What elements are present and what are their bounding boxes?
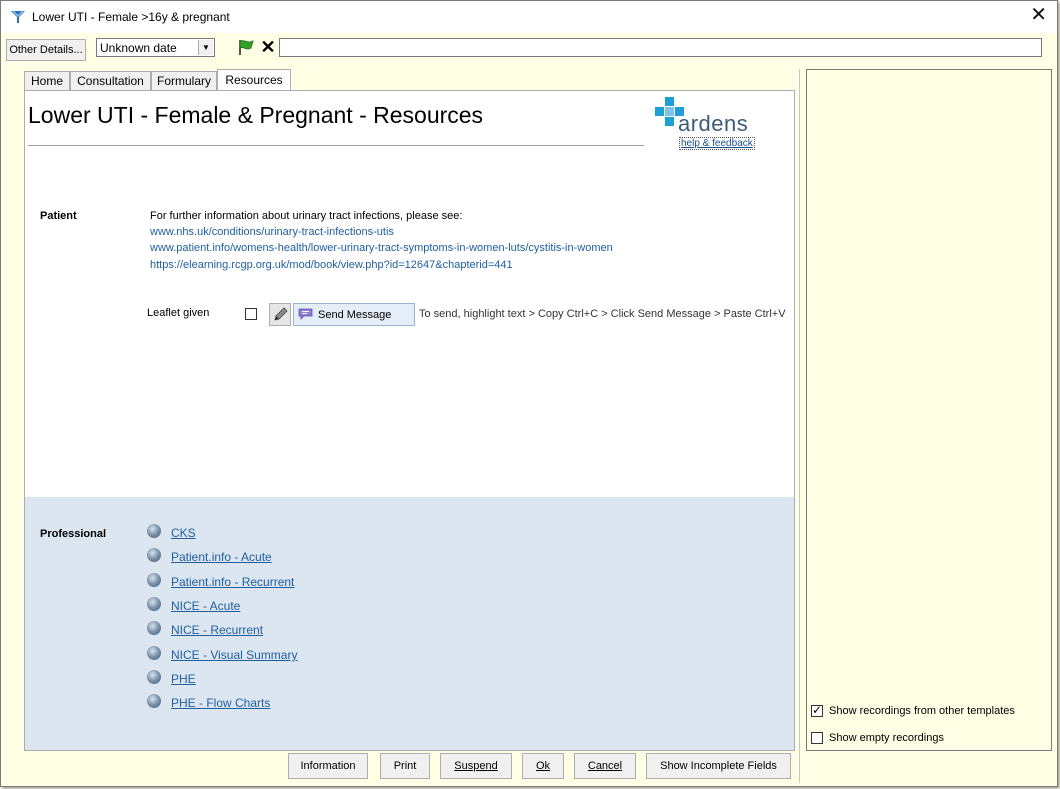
professional-link-nice-acute[interactable]: NICE - Acute [171,599,240,613]
title-divider [28,145,644,146]
send-message-label: Send Message [318,309,392,321]
app-logo-icon [11,10,25,23]
show-other-templates-label: Show recordings from other templates [829,705,1015,717]
edit-button[interactable] [269,303,291,326]
patient-label: Patient [40,210,77,222]
print-button[interactable]: Print [380,753,430,779]
globe-icon [147,597,161,611]
globe-icon [147,646,161,660]
clear-icon[interactable]: ✕ [259,37,277,57]
globe-icon [147,524,161,538]
close-icon[interactable]: ✕ [1030,4,1047,26]
professional-link-patient-info-acute[interactable]: Patient.info - Acute [171,550,272,564]
logo-text: ardens [678,111,749,136]
left-margin [1,65,23,785]
tab-formulary[interactable]: Formulary [151,71,217,90]
globe-icon [147,573,161,587]
ok-button[interactable]: Ok [522,753,564,779]
page-title: Lower UTI - Female & Pregnant - Resource… [28,102,484,128]
help-feedback-link[interactable]: help & feedback [679,137,755,150]
message-icon [298,308,313,320]
globe-icon [147,694,161,708]
leaflet-label: Leaflet given [147,307,210,319]
professional-section: Professional CKS Patient.info - Acute Pa… [25,497,794,750]
tab-home[interactable]: Home [24,71,70,90]
show-empty-label: Show empty recordings [829,732,944,744]
globe-icon [147,548,161,562]
resources-page: Lower UTI - Female & Pregnant - Resource… [24,90,795,751]
show-other-templates-checkbox[interactable]: ✓ [811,703,823,717]
ardens-logo: ardens help & feedback [655,97,765,151]
check-icon: ✓ [812,703,823,717]
title-bar: Lower UTI - Female >16y & pregnant ✕ [1,1,1057,33]
flag-icon[interactable] [237,38,255,56]
globe-icon [147,670,161,684]
show-incomplete-fields-button[interactable]: Show Incomplete Fields [646,753,791,779]
bottom-button-bar: Information Print Suspend Ok Cancel Show… [24,751,795,783]
tab-consultation[interactable]: Consultation [70,71,151,90]
send-hint: To send, highlight text > Copy Ctrl+C > … [419,308,786,320]
leaflet-checkbox[interactable] [245,308,257,320]
professional-link-phe[interactable]: PHE [171,672,196,686]
panel-divider [799,69,800,783]
other-details-button[interactable]: Other Details... [6,39,86,61]
tab-resources[interactable]: Resources [217,69,291,91]
patient-link-nhs[interactable]: www.nhs.uk/conditions/urinary-tract-infe… [150,226,394,238]
patient-intro: For further information about urinary tr… [150,210,463,222]
pencil-icon [274,307,288,321]
recordings-panel: ✓ Show recordings from other templates S… [806,69,1052,751]
professional-label: Professional [40,528,107,540]
professional-link-nice-visual-summary[interactable]: NICE - Visual Summary [171,648,297,662]
professional-link-nice-recurrent[interactable]: NICE - Recurrent [171,623,263,637]
patient-link-patient-info[interactable]: www.patient.info/womens-health/lower-uri… [150,242,613,254]
send-message-button[interactable]: Send Message [293,303,415,326]
date-dropdown[interactable]: Unknown date ▼ [96,38,215,57]
globe-icon [147,621,161,635]
toolbar: Other Details... Unknown date ▼ ✕ [1,33,1057,65]
chevron-down-icon[interactable]: ▼ [198,40,213,55]
template-window: Lower UTI - Female >16y & pregnant ✕ Oth… [0,0,1058,787]
date-value: Unknown date [100,41,177,55]
professional-link-patient-info-recurrent[interactable]: Patient.info - Recurrent [171,575,294,589]
search-input[interactable] [279,38,1042,57]
professional-link-cks[interactable]: CKS [171,526,196,540]
window-title: Lower UTI - Female >16y & pregnant [32,10,230,24]
suspend-button[interactable]: Suspend [440,753,512,779]
show-empty-checkbox[interactable] [811,732,823,744]
professional-link-phe-flow-charts[interactable]: PHE - Flow Charts [171,696,270,710]
information-button[interactable]: Information [288,753,368,779]
patient-link-rcgp[interactable]: https://elearning.rcgp.org.uk/mod/book/v… [150,259,513,271]
cancel-button[interactable]: Cancel [574,753,636,779]
